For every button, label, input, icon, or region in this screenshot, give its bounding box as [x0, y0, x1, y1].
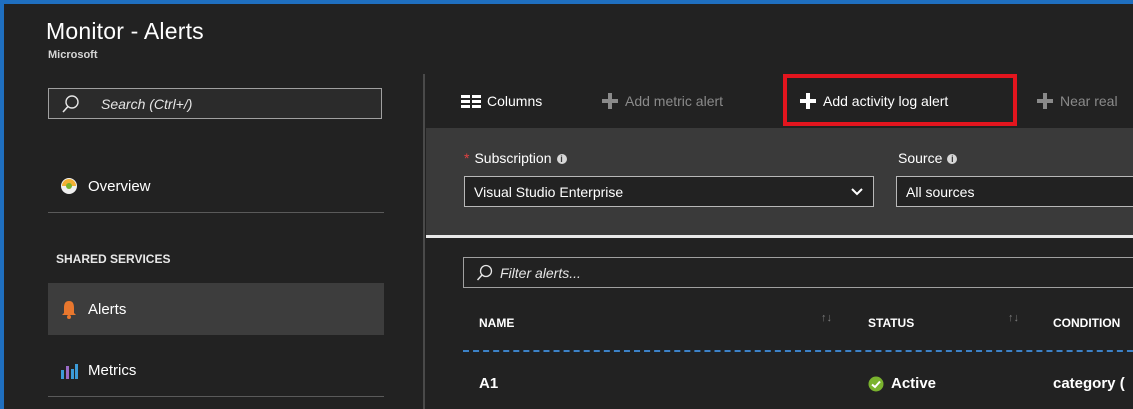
highlight-annotation: [783, 74, 1017, 126]
pane-separator: [423, 74, 425, 409]
columns-label: Columns: [487, 93, 543, 109]
overview-icon: [61, 178, 77, 194]
app-window: Monitor - Alerts Microsoft Search (Ctrl+…: [0, 0, 1133, 409]
source-select[interactable]: All sources: [896, 176, 1133, 207]
page-title: Monitor - Alerts: [46, 18, 204, 44]
subscription-select[interactable]: Visual Studio Enterprise: [464, 176, 874, 207]
info-icon: i: [947, 154, 958, 164]
sidebar-item-label: Alerts: [88, 301, 127, 318]
columns-button[interactable]: Columns: [459, 90, 542, 112]
chevron-down-icon: [851, 188, 863, 196]
sidebar-item-overview[interactable]: Overview: [48, 160, 384, 212]
alert-name-cell: A1: [479, 375, 499, 392]
required-asterisk: *: [464, 150, 470, 166]
check-circle-icon: [868, 376, 884, 392]
alert-status-cell: Active: [891, 375, 937, 392]
sort-icon[interactable]: ↑↓: [821, 312, 832, 324]
column-header-condition[interactable]: CONDITION: [1053, 316, 1120, 330]
sidebar-search-input[interactable]: Search (Ctrl+/): [48, 88, 382, 119]
plus-icon: [601, 92, 619, 110]
subscription-value: Visual Studio Enterprise: [474, 184, 624, 200]
page-subtitle: Microsoft: [48, 49, 98, 61]
section-header-shared-services: SHARED SERVICES: [56, 252, 171, 266]
sidebar-item-metrics[interactable]: Metrics: [48, 344, 384, 396]
selected-row-indicator: [463, 350, 1133, 352]
filter-placeholder: Filter alerts...: [500, 265, 581, 281]
source-label: Source i: [898, 150, 958, 166]
column-header-status[interactable]: STATUS: [868, 316, 914, 330]
sidebar: Search (Ctrl+/) Overview SHARED SERVICES…: [34, 74, 404, 409]
near-real-time-button[interactable]: Near real: [1036, 90, 1118, 112]
search-icon: [476, 264, 493, 281]
sidebar-item-alerts[interactable]: Alerts: [48, 283, 384, 335]
panel-divider: [426, 235, 1133, 238]
divider: [48, 396, 384, 397]
sidebar-item-label: Overview: [88, 178, 151, 195]
divider: [48, 212, 384, 213]
alert-condition-cell: category (: [1053, 375, 1125, 392]
filter-panel: * Subscription i Visual Studio Enterprise …: [426, 128, 1133, 235]
info-icon: i: [556, 154, 567, 164]
source-value: All sources: [906, 184, 975, 200]
metrics-icon: [61, 364, 78, 379]
search-icon: [62, 95, 79, 113]
toolbar: Columns Add metric alert Add activity lo…: [426, 74, 1133, 126]
filter-alerts-input[interactable]: Filter alerts...: [463, 257, 1133, 288]
column-header-name[interactable]: NAME: [479, 316, 514, 330]
subscription-label: * Subscription i: [464, 150, 567, 166]
sidebar-item-label: Metrics: [88, 362, 137, 379]
search-placeholder: Search (Ctrl+/): [101, 96, 193, 112]
bell-icon: [62, 301, 76, 319]
add-metric-alert-button[interactable]: Add metric alert: [601, 90, 723, 112]
plus-icon: [1036, 92, 1054, 110]
sort-icon[interactable]: ↑↓: [1008, 312, 1019, 324]
near-real-label: Near real: [1060, 93, 1118, 109]
columns-icon: [461, 95, 481, 108]
add-metric-alert-label: Add metric alert: [625, 93, 724, 109]
